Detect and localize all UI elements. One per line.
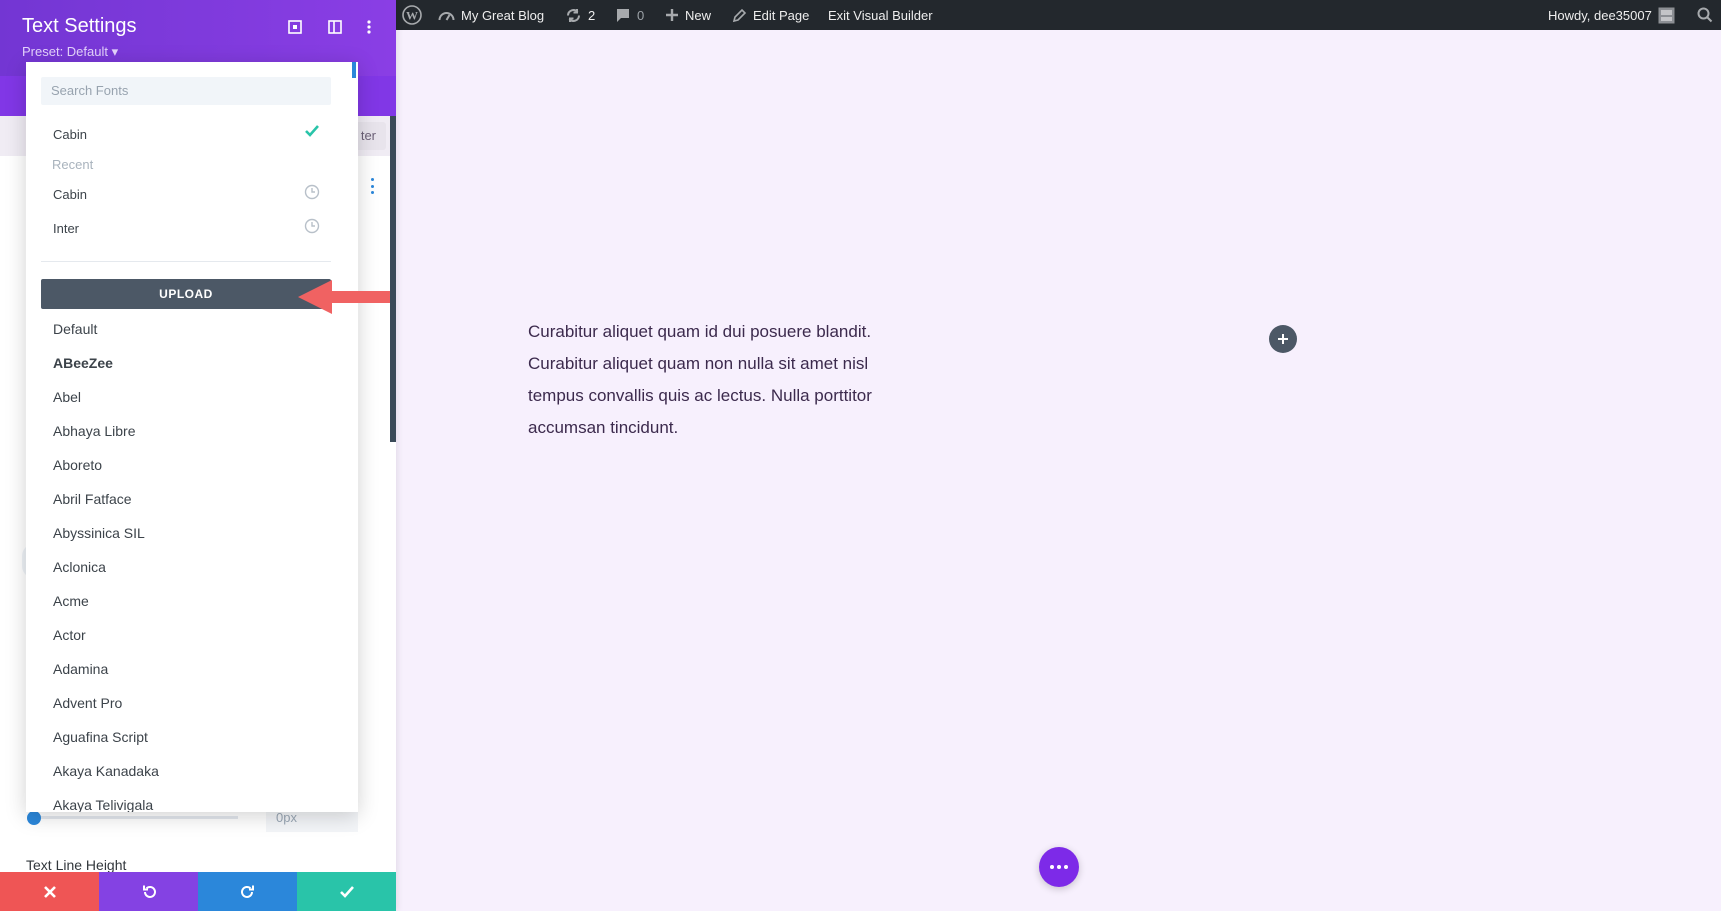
search-icon xyxy=(1697,7,1713,23)
check-icon xyxy=(339,885,355,899)
font-item[interactable]: Akaya Telivigala xyxy=(26,788,358,812)
check-icon xyxy=(304,124,320,138)
plus-icon xyxy=(665,8,679,22)
layout-icon[interactable] xyxy=(326,18,344,36)
exit-builder-label: Exit Visual Builder xyxy=(828,8,933,23)
edit-page-label: Edit Page xyxy=(753,8,809,23)
add-module-button[interactable] xyxy=(1269,325,1297,353)
comment-icon xyxy=(615,8,631,23)
fullscreen-icon[interactable] xyxy=(286,18,304,36)
font-search-input[interactable]: Search Fonts xyxy=(41,77,331,105)
recent-font-item[interactable]: Inter xyxy=(53,221,79,236)
panel-title: Text Settings xyxy=(22,15,137,38)
comments-link[interactable]: 0 xyxy=(615,0,644,30)
page-canvas xyxy=(395,30,1721,911)
divider xyxy=(41,261,331,262)
clock-icon xyxy=(304,218,320,234)
font-item[interactable]: Aclonica xyxy=(26,550,358,584)
recent-label: Recent xyxy=(52,157,93,172)
font-list: Default ABeeZee Abel Abhaya Libre Aboret… xyxy=(26,312,358,812)
font-item[interactable]: Aguafina Script xyxy=(26,720,358,754)
font-item[interactable]: Advent Pro xyxy=(26,686,358,720)
refresh-icon xyxy=(565,7,582,24)
text-line-height-label: Text Line Height xyxy=(26,857,126,873)
clock-icon xyxy=(304,184,320,200)
font-item[interactable]: Abril Fatface xyxy=(26,482,358,516)
updates-link[interactable]: 2 xyxy=(565,0,595,30)
letter-spacing-slider[interactable] xyxy=(34,816,238,819)
exit-visual-builder-link[interactable]: Exit Visual Builder xyxy=(828,0,933,30)
wordpress-icon: W xyxy=(402,5,422,25)
save-button[interactable] xyxy=(297,872,396,911)
updates-count: 2 xyxy=(588,8,595,23)
font-item[interactable]: Aboreto xyxy=(26,448,358,482)
font-dropdown: Search Fonts Cabin Recent Cabin Inter UP… xyxy=(26,62,358,812)
page-settings-button[interactable] xyxy=(1039,847,1079,887)
font-item[interactable]: Actor xyxy=(26,618,358,652)
more-vertical-icon[interactable] xyxy=(360,18,378,36)
new-label: New xyxy=(685,8,711,23)
dot-icon xyxy=(1057,865,1061,869)
close-icon xyxy=(43,885,57,899)
font-item[interactable]: Abhaya Libre xyxy=(26,414,358,448)
font-item[interactable]: Abel xyxy=(26,380,358,414)
redo-button[interactable] xyxy=(198,872,297,911)
undo-button[interactable] xyxy=(99,872,198,911)
redo-icon xyxy=(240,884,256,900)
svg-text:W: W xyxy=(406,9,418,23)
wp-logo[interactable]: W xyxy=(402,0,422,30)
edit-page-link[interactable]: Edit Page xyxy=(732,0,809,30)
admin-search[interactable] xyxy=(1697,0,1713,30)
new-content-link[interactable]: New xyxy=(665,0,711,30)
upload-font-button[interactable]: UPLOAD xyxy=(41,279,331,309)
text-module-content[interactable]: Curabitur aliquet quam id dui posuere bl… xyxy=(528,316,898,444)
font-item[interactable]: ABeeZee xyxy=(26,346,358,380)
font-item[interactable]: Abyssinica SIL xyxy=(26,516,358,550)
font-item[interactable]: Acme xyxy=(26,584,358,618)
annotation-arrow xyxy=(298,278,390,316)
panel-scrollbar[interactable] xyxy=(390,116,396,442)
panel-actions xyxy=(0,872,396,911)
dot-icon xyxy=(1050,865,1054,869)
avatar-icon xyxy=(1658,7,1675,24)
pencil-icon xyxy=(732,8,747,23)
plus-icon xyxy=(1277,333,1289,345)
dropdown-scrollbar[interactable] xyxy=(352,62,356,78)
option-menu-icon[interactable] xyxy=(371,178,375,194)
font-item[interactable]: Default xyxy=(26,312,358,346)
font-item[interactable]: Akaya Kanadaka xyxy=(26,754,358,788)
site-name: My Great Blog xyxy=(461,8,544,23)
undo-icon xyxy=(141,884,157,900)
font-item[interactable]: Adamina xyxy=(26,652,358,686)
howdy-label: Howdy, dee35007 xyxy=(1548,8,1652,23)
slider-handle[interactable] xyxy=(27,811,41,825)
recent-font-item[interactable]: Cabin xyxy=(53,187,87,202)
dot-icon xyxy=(1064,865,1068,869)
dashboard-icon xyxy=(438,8,455,22)
selected-font-item[interactable]: Cabin xyxy=(53,127,87,142)
account-menu[interactable]: Howdy, dee35007 xyxy=(1548,0,1675,30)
site-name-link[interactable]: My Great Blog xyxy=(438,0,544,30)
comments-count: 0 xyxy=(637,8,644,23)
discard-button[interactable] xyxy=(0,872,99,911)
preset-selector[interactable]: Preset: Default ▾ xyxy=(22,44,118,60)
